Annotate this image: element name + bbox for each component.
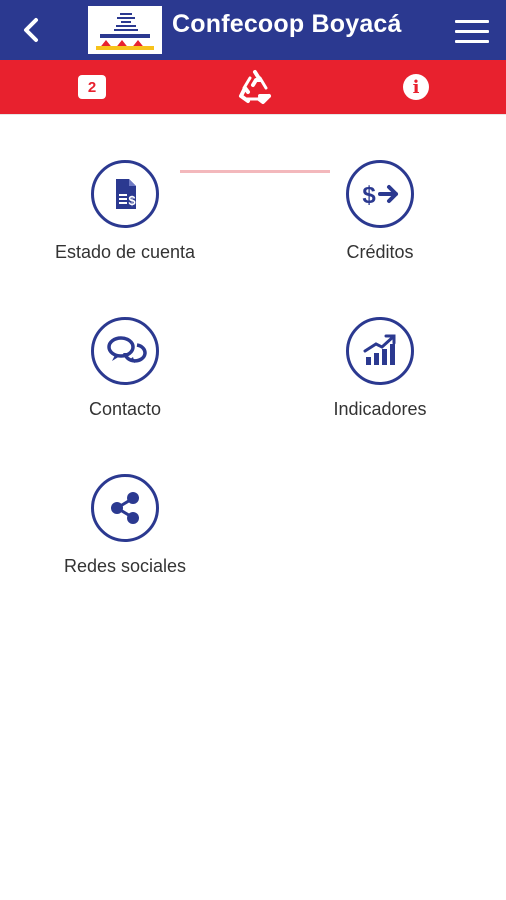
recycle-triangle-icon <box>239 70 271 104</box>
app-logo <box>88 6 162 54</box>
menu-item-redes-sociales[interactable]: Redes sociales <box>15 474 235 577</box>
app-bar: Confecoop Boyacá <box>0 0 506 60</box>
divider <box>0 114 506 115</box>
tab-notifications[interactable]: 2 <box>8 60 176 114</box>
share-icon <box>91 474 159 542</box>
menu-item-contacto[interactable]: Contacto <box>15 317 235 420</box>
tab-info[interactable]: i <box>332 60 500 114</box>
app-title: Confecoop Boyacá <box>172 10 402 38</box>
menu-item-label: Indicadores <box>333 399 427 419</box>
menu-item-label: Estado de cuenta <box>54 242 196 262</box>
hamburger-menu-icon[interactable] <box>455 20 489 44</box>
menu-item-label: Créditos <box>346 242 414 262</box>
chart-growth-icon <box>346 317 414 385</box>
credit-transfer-icon: $ <box>346 160 414 228</box>
chat-bubbles-icon <box>91 317 159 385</box>
info-icon: i <box>403 74 429 100</box>
chevron-left-icon <box>24 18 38 42</box>
menu-item-estado-de-cuenta[interactable]: $ Estado de cuenta <box>15 160 235 263</box>
svg-text:$: $ <box>128 193 136 208</box>
menu-item-creditos[interactable]: $ Créditos <box>270 160 490 263</box>
notification-badge-icon: 2 <box>78 75 106 99</box>
menu-item-label: Redes sociales <box>63 556 187 576</box>
back-button[interactable] <box>16 14 48 46</box>
tab-bar: 2 i <box>0 60 506 173</box>
account-statement-icon: $ <box>91 160 159 228</box>
menu-item-indicadores[interactable]: Indicadores <box>270 317 490 420</box>
svg-text:$: $ <box>362 182 376 209</box>
tab-home[interactable] <box>171 60 339 114</box>
menu-item-label: Contacto <box>88 399 162 419</box>
